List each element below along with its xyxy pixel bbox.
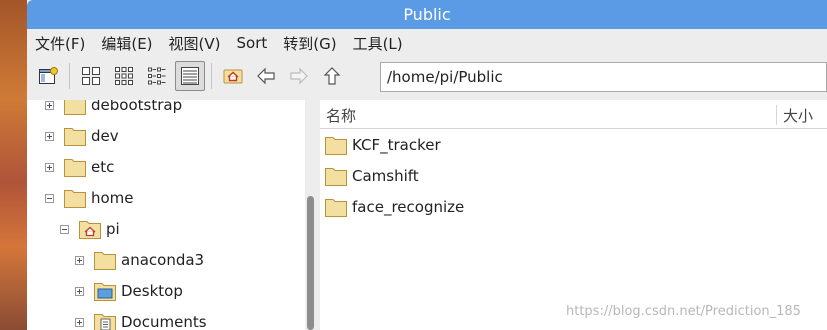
arrow-left-icon — [257, 67, 275, 85]
column-header-name[interactable]: 名称 — [326, 105, 356, 126]
expand-icon[interactable] — [75, 255, 84, 265]
expand-icon[interactable] — [75, 317, 84, 327]
documents-folder-icon — [94, 314, 116, 330]
folder-icon — [64, 190, 86, 208]
file-row[interactable]: KCF_tracker — [320, 129, 827, 160]
file-row[interactable]: Camshift — [320, 160, 827, 191]
home-icon — [223, 69, 243, 84]
new-tab-button[interactable] — [33, 61, 63, 91]
file-name: KCF_tracker — [352, 135, 441, 154]
tree-item-debootstrap[interactable]: debootstrap — [45, 100, 182, 119]
desktop-folder-icon — [94, 283, 116, 301]
folder-icon — [64, 128, 86, 146]
folder-icon — [64, 159, 86, 177]
tree-item-label: anaconda3 — [121, 251, 205, 269]
tree-item-label: home — [91, 189, 134, 207]
file-list: 名称 大小 KCF_tracker Camshift face_recogniz… — [320, 100, 827, 330]
file-name: Camshift — [352, 166, 419, 185]
expand-icon[interactable] — [75, 286, 84, 296]
up-button[interactable] — [317, 61, 347, 91]
menu-bar: 文件(F) 编辑(E) 视图(V) Sort 转到(G) 工具(L) — [27, 29, 827, 57]
collapse-icon[interactable] — [45, 193, 54, 203]
tree-item-anaconda3[interactable]: anaconda3 — [75, 246, 204, 274]
tree-item-label: debootstrap — [91, 100, 183, 114]
menu-view[interactable]: 视图(V) — [169, 33, 221, 54]
folder-icon — [325, 167, 347, 186]
window-title: Public — [403, 5, 451, 24]
tree-item-label: dev — [91, 127, 119, 145]
menu-go[interactable]: 转到(G) — [283, 33, 336, 54]
expand-icon[interactable] — [45, 131, 54, 141]
desktop-background — [0, 0, 28, 330]
thumbnail-view-icon — [115, 67, 133, 85]
tree-item-home[interactable]: home — [45, 184, 134, 212]
toolbar-separator — [211, 63, 212, 89]
menu-sort[interactable]: Sort — [237, 34, 268, 52]
title-bar[interactable]: Public — [27, 0, 827, 29]
arrow-right-icon — [290, 67, 308, 85]
file-name: face_recognize — [352, 197, 465, 216]
folder-icon — [94, 252, 116, 270]
back-button[interactable] — [251, 61, 281, 91]
toolbar-separator — [69, 63, 70, 89]
forward-button[interactable] — [284, 61, 314, 91]
expand-icon[interactable] — [45, 162, 54, 172]
folder-icon — [325, 198, 347, 217]
folder-icon — [64, 100, 86, 115]
scrollbar-thumb[interactable] — [307, 196, 314, 330]
compact-view-icon — [148, 67, 166, 85]
directory-tree: debootstrap dev etc home pi anaconda3 De… — [27, 100, 305, 330]
tree-item-label: Desktop — [121, 282, 183, 300]
file-list-header: 名称 大小 — [320, 100, 827, 129]
menu-file[interactable]: 文件(F) — [35, 33, 85, 54]
path-input[interactable] — [380, 62, 827, 92]
tree-item-desktop[interactable]: Desktop — [75, 277, 183, 305]
file-row[interactable]: face_recognize — [320, 191, 827, 222]
menu-edit[interactable]: 编辑(E) — [101, 33, 152, 54]
watermark-text: https://blog.csdn.net/Prediction_185 — [566, 304, 801, 319]
icon-view-icon — [82, 67, 100, 85]
tree-item-etc[interactable]: etc — [45, 153, 114, 181]
menu-tools[interactable]: 工具(L) — [353, 33, 403, 54]
tree-item-dev[interactable]: dev — [45, 122, 119, 150]
compact-view-button[interactable] — [142, 61, 172, 91]
arrow-up-icon — [323, 67, 341, 85]
detailed-list-view-button[interactable] — [175, 61, 205, 91]
expand-icon[interactable] — [45, 100, 54, 110]
tree-scrollbar[interactable] — [305, 100, 317, 330]
thumbnail-view-button[interactable] — [109, 61, 139, 91]
detailed-list-view-icon — [181, 67, 199, 85]
home-folder-icon — [79, 221, 101, 239]
collapse-icon[interactable] — [60, 224, 69, 234]
tree-item-label: Documents — [121, 313, 207, 330]
folder-icon — [325, 136, 347, 155]
icon-view-button[interactable] — [76, 61, 106, 91]
tree-item-pi[interactable]: pi — [60, 215, 120, 243]
file-manager-window: Public 文件(F) 编辑(E) 视图(V) Sort 转到(G) 工具(L… — [27, 0, 827, 330]
tree-item-documents[interactable]: Documents — [75, 308, 207, 330]
new-window-icon — [39, 67, 58, 84]
home-button[interactable] — [218, 61, 248, 91]
tree-item-label: pi — [106, 220, 120, 238]
column-header-size[interactable]: 大小 — [776, 105, 813, 125]
tree-item-label: etc — [91, 158, 115, 176]
